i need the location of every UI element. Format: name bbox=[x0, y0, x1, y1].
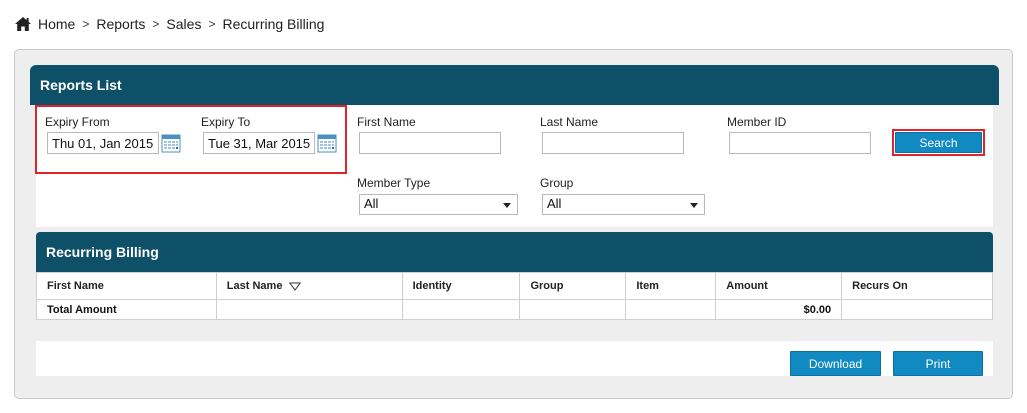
sort-descending-icon[interactable] bbox=[288, 282, 301, 291]
breadcrumb-reports[interactable]: Reports bbox=[96, 16, 145, 32]
breadcrumb-sales[interactable]: Sales bbox=[166, 16, 201, 32]
member-type-value: All bbox=[364, 196, 379, 211]
recurring-billing-header: Recurring Billing bbox=[36, 232, 993, 272]
table-cell bbox=[625, 299, 717, 320]
dropdown-arrow-icon bbox=[690, 203, 698, 208]
date-range-highlight bbox=[35, 105, 347, 174]
download-button[interactable]: Download bbox=[790, 351, 881, 376]
reports-list-title: Reports List bbox=[40, 77, 122, 93]
group-select[interactable]: All bbox=[542, 194, 705, 215]
breadcrumb-recurring-billing: Recurring Billing bbox=[222, 16, 325, 32]
table-cell bbox=[841, 299, 993, 320]
table-cell bbox=[401, 299, 521, 320]
column-header-item[interactable]: Item bbox=[625, 272, 717, 300]
table-cell bbox=[215, 299, 403, 320]
member-type-select[interactable]: All bbox=[359, 194, 518, 215]
column-header-recurs-on[interactable]: Recurs On bbox=[841, 272, 993, 300]
column-header-amount[interactable]: Amount bbox=[715, 272, 843, 300]
column-header-group[interactable]: Group bbox=[519, 272, 627, 300]
member-id-input[interactable] bbox=[729, 132, 871, 154]
member-id-label: Member ID bbox=[727, 115, 787, 129]
last-name-label: Last Name bbox=[540, 115, 599, 129]
table-header-row: First Name Last Name Identity Group Item… bbox=[36, 272, 993, 300]
breadcrumb: Home > Reports > Sales > Recurring Billi… bbox=[14, 14, 324, 34]
breadcrumb-home[interactable]: Home bbox=[38, 16, 75, 32]
breadcrumb-separator: > bbox=[82, 17, 90, 31]
search-button[interactable]: Search bbox=[895, 132, 982, 153]
breadcrumb-separator: > bbox=[152, 17, 160, 31]
total-label: Total Amount bbox=[36, 299, 217, 320]
reports-list-header: Reports List bbox=[30, 65, 999, 105]
last-name-input[interactable] bbox=[542, 132, 684, 154]
group-value: All bbox=[547, 196, 562, 211]
column-header-last-name-label: Last Name bbox=[226, 280, 283, 292]
column-header-identity[interactable]: Identity bbox=[401, 272, 521, 300]
total-amount: $0.00 bbox=[715, 299, 843, 320]
home-icon[interactable] bbox=[14, 16, 32, 32]
column-header-last-name[interactable]: Last Name bbox=[215, 272, 403, 300]
breadcrumb-separator: > bbox=[208, 17, 216, 31]
recurring-billing-title: Recurring Billing bbox=[46, 244, 159, 260]
dropdown-arrow-icon bbox=[503, 203, 511, 208]
total-row: Total Amount $0.00 bbox=[36, 299, 993, 320]
column-header-first-name[interactable]: First Name bbox=[36, 272, 217, 300]
recurring-billing-table: First Name Last Name Identity Group Item… bbox=[36, 272, 993, 320]
table-cell bbox=[519, 299, 627, 320]
print-button[interactable]: Print bbox=[893, 351, 983, 376]
first-name-input[interactable] bbox=[359, 132, 501, 154]
member-type-label: Member Type bbox=[357, 176, 431, 190]
first-name-label: First Name bbox=[357, 115, 416, 129]
group-label: Group bbox=[540, 176, 574, 190]
